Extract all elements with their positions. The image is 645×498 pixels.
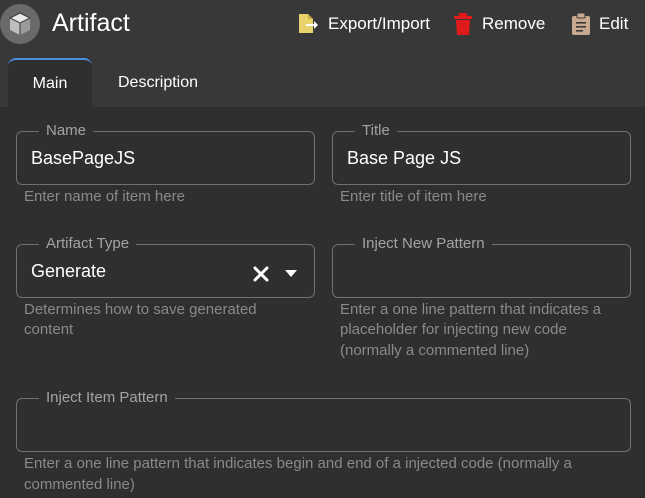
title-value[interactable]: Base Page JS	[347, 147, 461, 169]
inject-new-pattern-legend: Inject New Pattern	[355, 234, 492, 254]
tab-main[interactable]: Main	[8, 58, 92, 107]
inject-new-pattern-hint-line-2: placeholder for injecting new code	[340, 321, 567, 338]
page-title: Artifact	[52, 9, 130, 37]
inject-new-pattern-field[interactable]: Inject New Pattern	[332, 234, 631, 298]
tab-description[interactable]: Description	[100, 58, 216, 107]
artifact-type-select[interactable]: Artifact Type Generate	[16, 234, 315, 298]
file-export-icon	[299, 14, 318, 33]
remove-button[interactable]: Remove	[453, 9, 545, 39]
close-icon[interactable]	[253, 266, 269, 282]
export-import-label: Export/Import	[328, 14, 431, 33]
clipboard-icon	[572, 13, 590, 35]
inject-item-pattern-legend: Inject Item Pattern	[39, 388, 175, 408]
edit-label: Edit	[599, 14, 629, 33]
artifact-type-hint-line-1: Determines how to save generated	[24, 301, 257, 318]
title-hint: Enter title of item here	[340, 188, 487, 205]
trash-icon	[454, 13, 472, 35]
inject-new-pattern-hint-line-3: (normally a commented line)	[340, 342, 530, 359]
remove-label: Remove	[482, 14, 546, 33]
artifact-type-legend: Artifact Type	[39, 234, 137, 254]
edit-button[interactable]: Edit	[572, 9, 628, 39]
inject-item-pattern-hint-line-1: Enter a one line pattern that indicates …	[24, 455, 572, 472]
artifact-type-value[interactable]: Generate	[31, 260, 106, 282]
tab-bar: Main Description	[0, 48, 645, 107]
inject-item-pattern-field[interactable]: Inject Item Pattern	[16, 388, 631, 452]
name-value[interactable]: BasePageJS	[31, 147, 135, 169]
title-legend: Title	[355, 121, 397, 141]
inject-new-pattern-hint-line-1: Enter a one line pattern that indicates …	[340, 301, 602, 318]
app-header: Artifact Export/Import Remove Edit	[0, 0, 645, 48]
export-import-button[interactable]: Export/Import	[297, 9, 430, 39]
name-field[interactable]: Name BasePageJS	[16, 121, 315, 185]
inject-item-pattern-hint-line-2: commented line)	[24, 476, 135, 493]
title-field[interactable]: Title Base Page JS	[332, 121, 631, 185]
artifact-type-hint-line-2: content	[24, 321, 74, 338]
cube-icon	[0, 4, 40, 44]
name-hint: Enter name of item here	[24, 188, 185, 205]
name-legend: Name	[39, 121, 94, 141]
caret-down-icon[interactable]	[284, 269, 298, 278]
